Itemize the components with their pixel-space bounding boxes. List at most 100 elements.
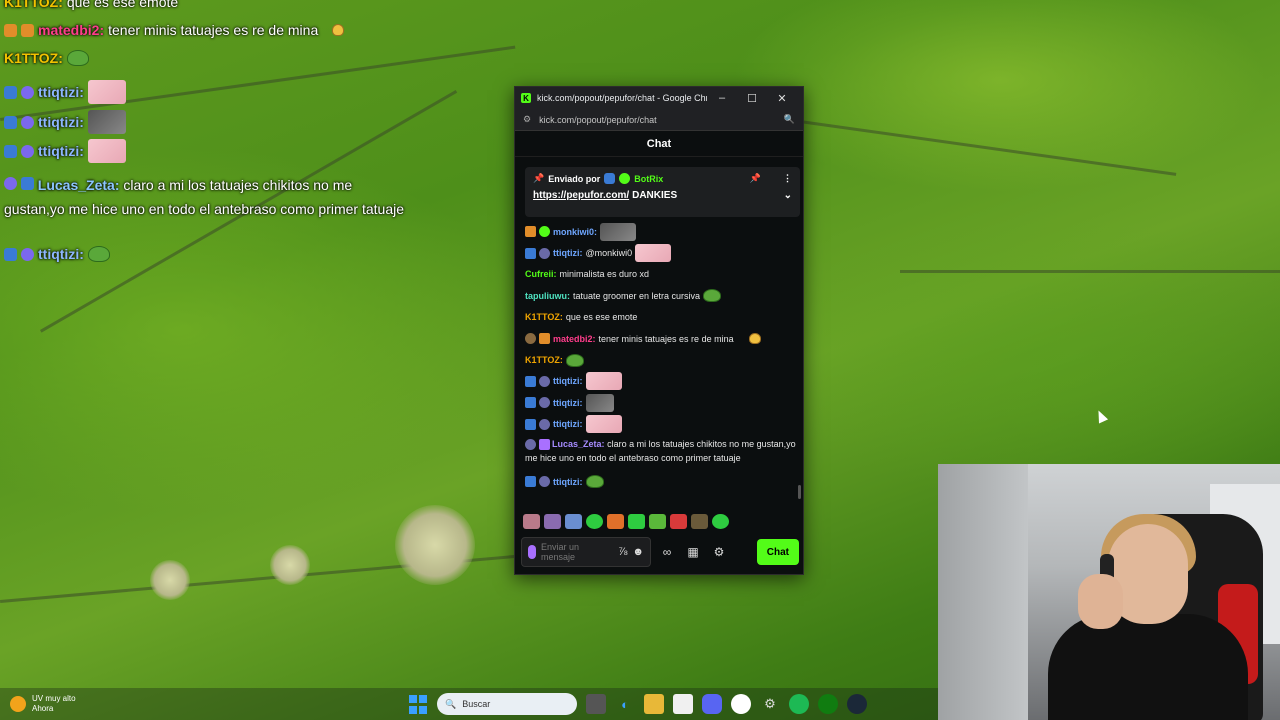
xbox-icon[interactable]	[818, 694, 838, 714]
emote-icon[interactable]	[586, 513, 603, 529]
search-box[interactable]: 🔍 Buscar	[437, 693, 577, 715]
emote-icon[interactable]	[607, 513, 624, 529]
chat-message: monkiwi0:	[525, 221, 797, 242]
chat-popup-window: K kick.com/popout/pepufor/chat - Google …	[514, 86, 804, 575]
overlay-text: tener minis tatuajes es re de mina	[108, 22, 319, 38]
store-icon[interactable]: ▦	[683, 545, 703, 559]
emote-icon[interactable]	[544, 513, 561, 529]
badge-icon	[539, 333, 550, 345]
badge-icon	[4, 85, 17, 99]
chat-message: K1TTOZ:	[525, 349, 797, 370]
gear-icon[interactable]: ⚙	[709, 545, 729, 559]
pinned-bot-name[interactable]: BotRix	[634, 174, 663, 184]
message-placeholder[interactable]: Enviar un mensaje	[541, 542, 613, 562]
chat-text: @monkiwi0	[585, 248, 633, 259]
pinned-text: DANKIES	[632, 190, 678, 201]
badge-icon	[525, 333, 536, 345]
badge-icon	[21, 85, 34, 99]
chat-username[interactable]: tapuliuwu:	[525, 291, 570, 301]
site-settings-icon[interactable]: ⚙	[523, 114, 531, 125]
emote-icon[interactable]	[523, 513, 540, 529]
chat-message: Cufreii: minimalista es duro xd	[525, 264, 797, 285]
overlay-line: ttiqtizi:	[4, 139, 126, 163]
settings-icon[interactable]: ⚙	[760, 694, 780, 714]
emote-icon[interactable]	[565, 513, 582, 529]
chat-username[interactable]: Lucas_Zeta:	[552, 439, 605, 449]
zoom-icon[interactable]: 🔍	[784, 114, 795, 125]
chat-username[interactable]: matedbi2:	[553, 334, 596, 344]
emote-icon	[635, 244, 672, 263]
minimize-button[interactable]: –	[707, 92, 737, 104]
badge-icon	[525, 476, 536, 488]
more-options-icon[interactable]: ⋮	[783, 173, 792, 184]
translate-icon[interactable]: ⅞	[618, 546, 627, 558]
emoji-icon[interactable]: ☻	[632, 546, 644, 558]
weather-widget[interactable]: UV muy alto Ahora	[10, 694, 76, 714]
emote-icon	[87, 80, 126, 104]
tree	[150, 560, 190, 600]
emote-icon	[565, 353, 584, 367]
emote-icon	[600, 222, 637, 241]
pinned-link[interactable]: https://pepufor.com/	[533, 190, 629, 201]
chat-username[interactable]: ttiqtizi:	[553, 248, 583, 258]
file-explorer-icon[interactable]	[644, 694, 664, 714]
chat-header: Chat	[515, 131, 803, 157]
pinned-message[interactable]: 📌 Enviado por BotRix 📌 ⋮ https://pepufor…	[525, 167, 800, 217]
chat-username[interactable]: ttiqtizi:	[553, 376, 583, 386]
close-button[interactable]: ✕	[767, 92, 797, 105]
emote-icon[interactable]	[712, 513, 729, 529]
badge-icon	[539, 476, 550, 488]
spotify-icon[interactable]	[789, 694, 809, 714]
chat-username[interactable]: Cufreii:	[525, 269, 557, 279]
weather-sub: Ahora	[32, 704, 54, 713]
badge-icon	[525, 397, 536, 409]
weather-title: UV muy alto	[32, 694, 76, 703]
task-view-icon[interactable]	[586, 694, 606, 714]
users-icon[interactable]: ∞	[657, 545, 677, 559]
chat-username[interactable]: ttiqtizi:	[553, 419, 583, 429]
emote-icon	[332, 24, 345, 36]
unpin-icon[interactable]: 📌	[750, 173, 761, 184]
chat-username[interactable]: monkiwi0:	[553, 227, 597, 237]
overlay-username: ttiqtizi:	[38, 143, 84, 159]
chat-username[interactable]: K1TTOZ:	[525, 355, 563, 365]
chat-username[interactable]: ttiqtizi:	[553, 398, 583, 408]
emote-icon[interactable]	[649, 513, 666, 529]
badge-icon	[525, 439, 536, 451]
start-menu-icon[interactable]	[408, 694, 428, 714]
edge-icon[interactable]: ◐	[615, 694, 635, 714]
chrome-icon[interactable]	[731, 694, 751, 714]
chat-message: K1TTOZ: que es ese emote	[525, 307, 797, 328]
steam-icon[interactable]	[847, 694, 867, 714]
mic-icon[interactable]	[528, 545, 536, 559]
chat-username[interactable]: K1TTOZ:	[525, 312, 563, 322]
kick-logo-icon: K	[521, 93, 531, 103]
badge-icon	[4, 177, 17, 190]
chat-text: tatuate groomer en letra cursiva	[573, 290, 701, 301]
overlay-username: matedbi2:	[38, 22, 105, 38]
chat-username[interactable]: ttiqtizi:	[553, 477, 583, 487]
emote-icon[interactable]	[670, 513, 687, 529]
emote-icon[interactable]	[691, 513, 708, 529]
address-bar[interactable]: ⚙ kick.com/popout/pepufor/chat 🔍	[515, 109, 803, 131]
chat-composer: Enviar un mensaje ⅞ ☻ ∞ ▦ ⚙ Chat	[521, 537, 799, 567]
chat-message: Lucas_Zeta: claro a mi los tatuajes chik…	[525, 435, 797, 471]
send-chat-button[interactable]: Chat	[756, 539, 799, 565]
badge-icon	[21, 23, 34, 37]
chat-message: ttiqtizi:	[525, 371, 797, 392]
chat-scrollbar[interactable]	[798, 485, 801, 499]
overlay-line-wrapped: Lucas_Zeta: claro a mi los tatuajes chik…	[4, 173, 414, 221]
maximize-button[interactable]: ☐	[737, 92, 767, 105]
recent-emotes-bar	[523, 513, 799, 529]
chevron-down-icon[interactable]: ⌄	[784, 190, 792, 201]
emote-icon[interactable]	[628, 513, 645, 529]
message-input[interactable]: Enviar un mensaje ⅞ ☻	[521, 537, 651, 567]
discord-icon[interactable]	[702, 694, 722, 714]
chat-text: tener minis tatuajes es re de mina	[598, 333, 734, 344]
window-titlebar[interactable]: K kick.com/popout/pepufor/chat - Google …	[515, 87, 803, 109]
url-text[interactable]: kick.com/popout/pepufor/chat	[539, 115, 784, 125]
overlay-username: ttiqtizi:	[38, 84, 84, 100]
chat-message: ttiqtizi: @monkiwi0	[525, 242, 797, 263]
pinned-sent-by: Enviado por	[548, 173, 601, 184]
store-app-icon[interactable]	[673, 694, 693, 714]
